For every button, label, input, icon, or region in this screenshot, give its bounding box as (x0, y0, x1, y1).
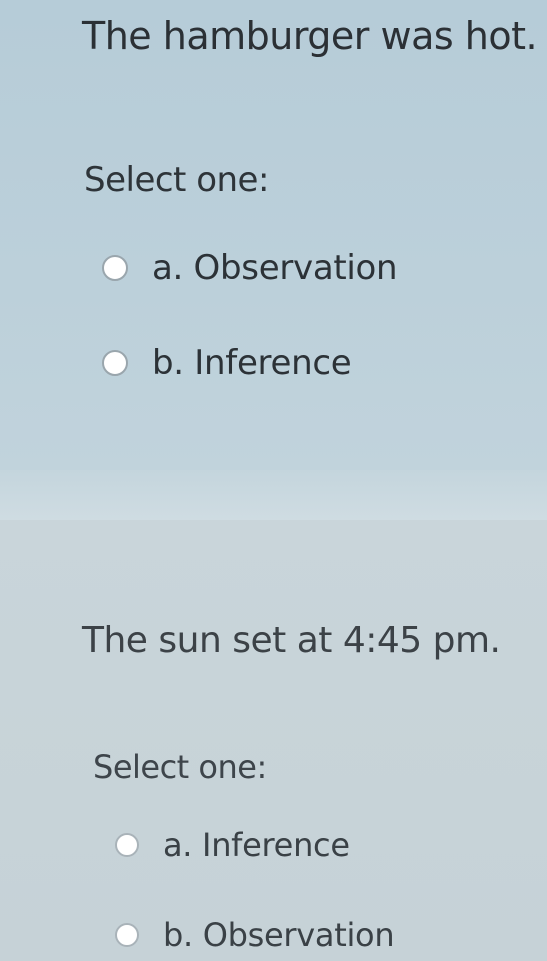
radio-button[interactable] (102, 255, 128, 281)
select-one-label: Select one: (84, 160, 269, 200)
option-label: a. Inference (163, 826, 350, 864)
question-text: The hamburger was hot. (82, 14, 538, 58)
option-observation[interactable]: a. Observation (102, 248, 398, 288)
question-card-1: The hamburger was hot. Select one: a. Ob… (0, 0, 547, 470)
option-inference[interactable]: a. Inference (115, 826, 350, 864)
option-observation[interactable]: b. Observation (115, 916, 395, 954)
option-label: b. Inference (152, 343, 352, 383)
radio-button[interactable] (102, 350, 128, 376)
quiz-page: The hamburger was hot. Select one: a. Ob… (0, 0, 547, 961)
select-one-label: Select one: (93, 748, 267, 786)
option-label: a. Observation (152, 248, 398, 288)
question-divider (0, 470, 547, 520)
question-text: The sun set at 4:45 pm. (82, 620, 501, 661)
option-label: b. Observation (163, 916, 395, 954)
radio-button[interactable] (115, 923, 139, 947)
radio-button[interactable] (115, 833, 139, 857)
question-card-2: The sun set at 4:45 pm. Select one: a. I… (0, 520, 547, 961)
option-inference[interactable]: b. Inference (102, 343, 352, 383)
